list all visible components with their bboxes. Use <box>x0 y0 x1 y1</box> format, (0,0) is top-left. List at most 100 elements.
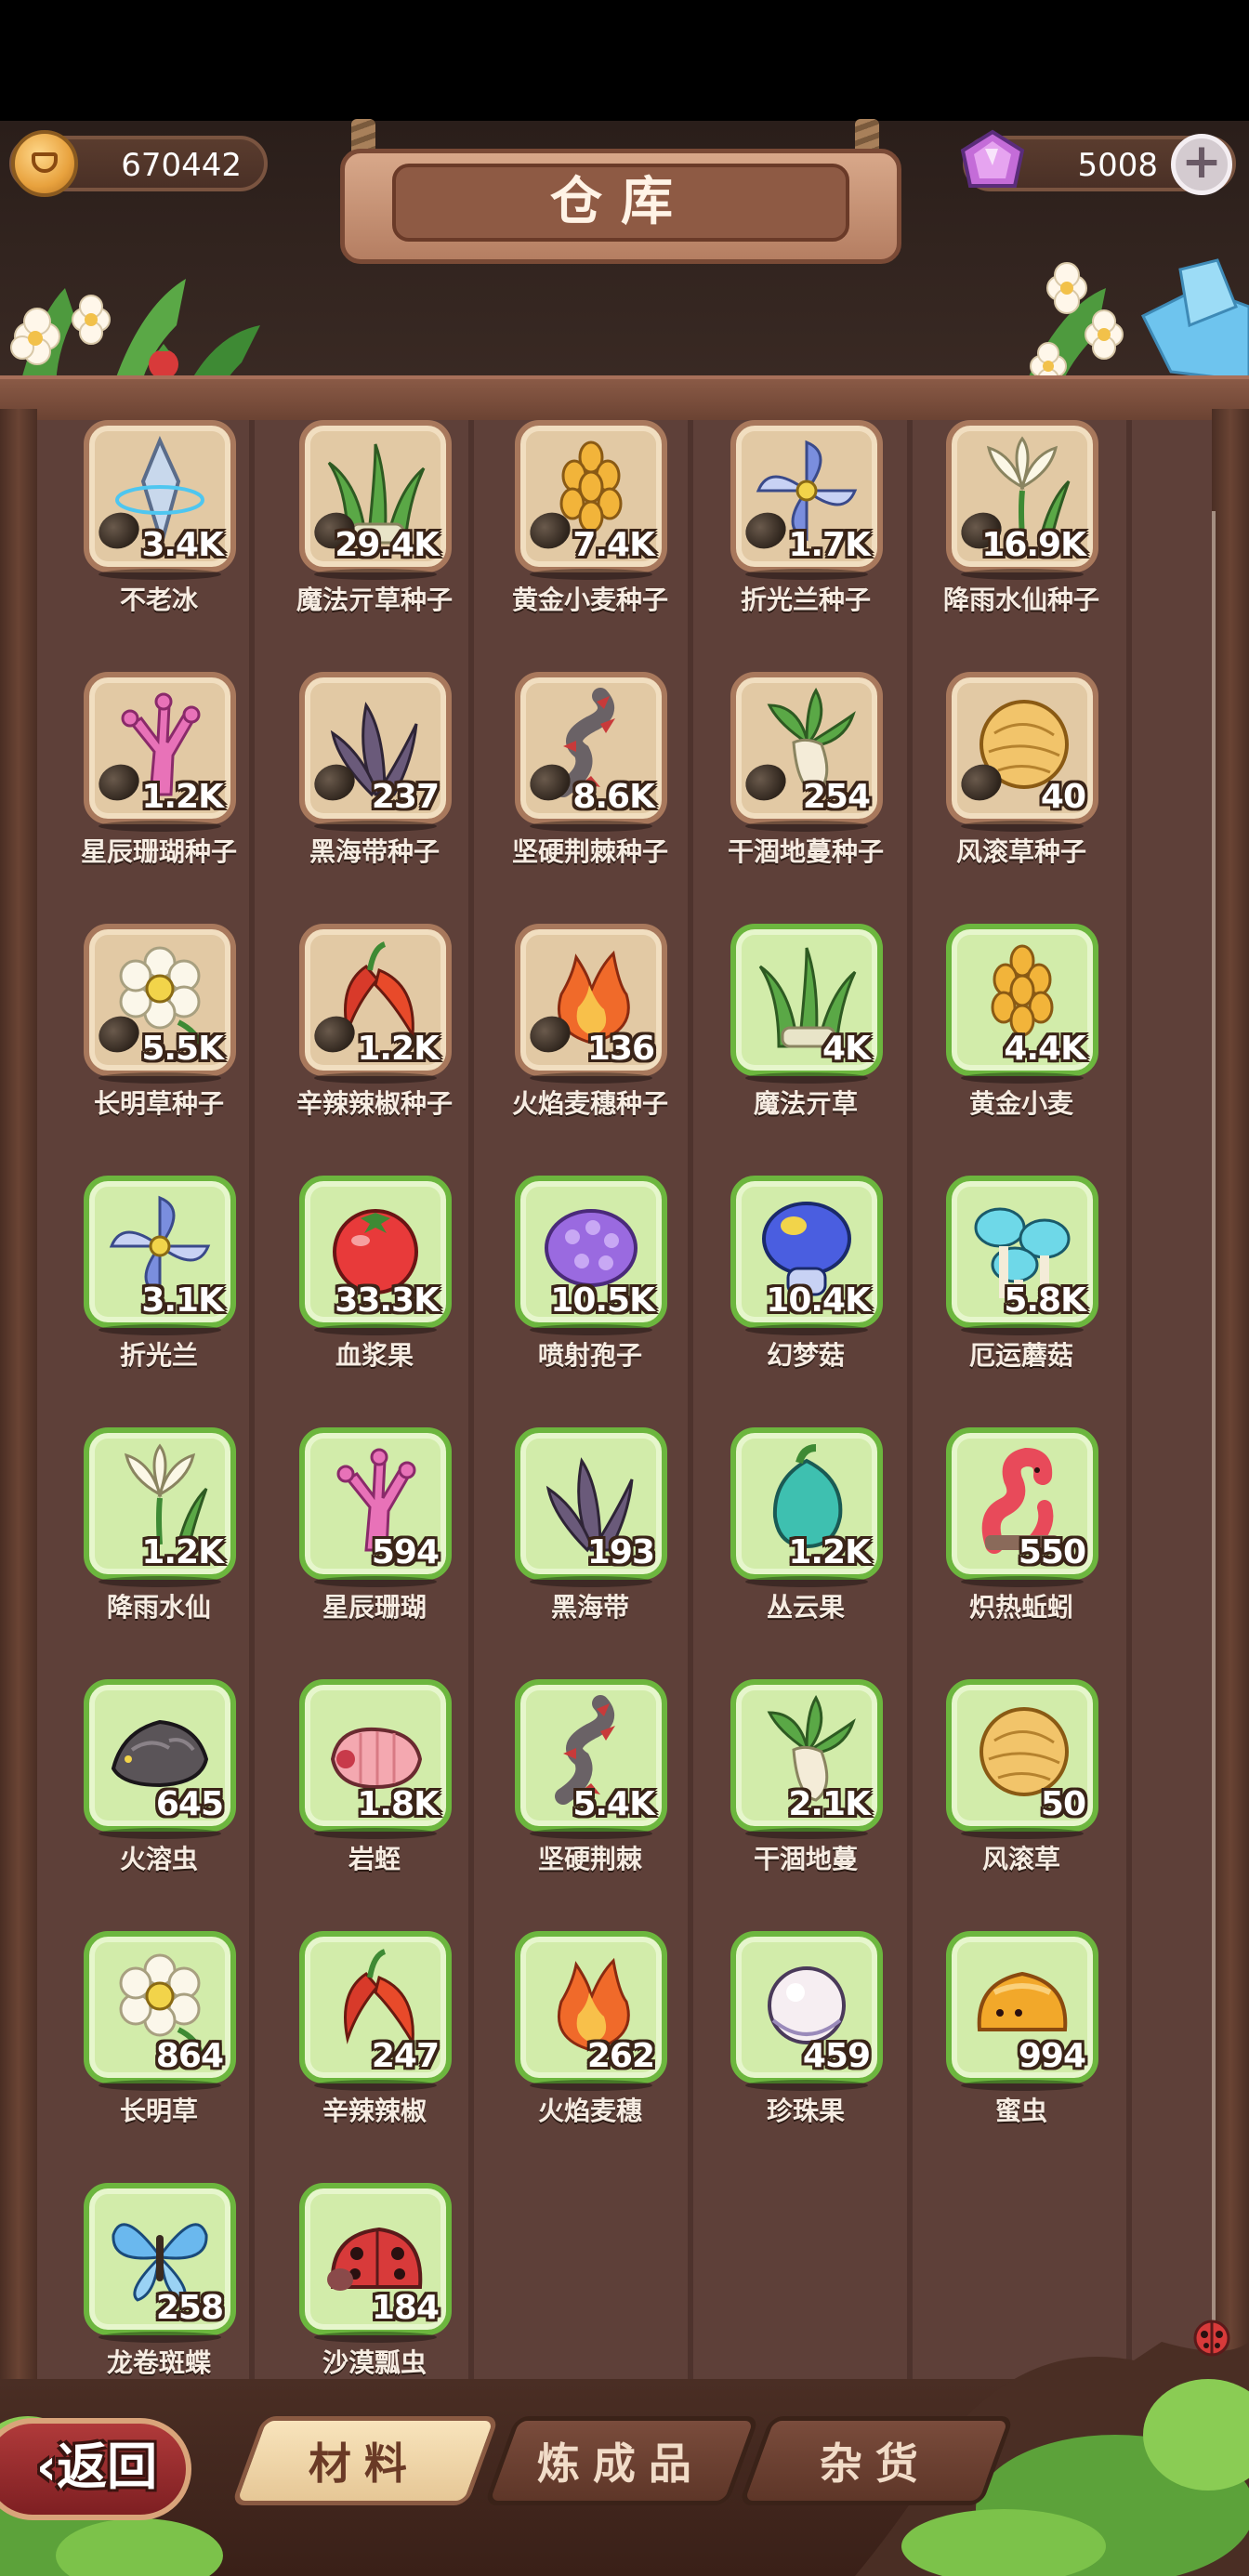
slot-shadow <box>530 821 652 832</box>
item-count: 193 <box>586 1533 655 1571</box>
inventory-item[interactable]: 16.9K 降雨水仙种子 <box>909 420 1124 652</box>
material-slot[interactable]: 1.8K <box>299 1679 452 1839</box>
inventory-item[interactable]: 8.6K 坚硬荆棘种子 <box>478 672 693 904</box>
item-name: 魔法亓草 <box>753 1088 858 1119</box>
seed-slot[interactable]: 7.4K <box>515 420 667 580</box>
inventory-item[interactable]: 193 黑海带 <box>478 1427 693 1660</box>
item-name: 降雨水仙种子 <box>942 585 1099 615</box>
inventory-item[interactable]: 10.5K 喷射孢子 <box>478 1176 693 1408</box>
inventory-item[interactable]: 262 火焰麦穗 <box>478 1931 693 2163</box>
add-gems-button[interactable]: + <box>1171 134 1232 195</box>
inventory-item[interactable]: 1.2K 丛云果 <box>693 1427 909 1660</box>
inventory-item[interactable]: 247 辛辣辣椒 <box>262 1931 478 2163</box>
inventory-item[interactable]: 1.7K 折光兰种子 <box>693 420 909 652</box>
seed-slot[interactable]: 136 <box>515 924 667 1084</box>
slot-shadow <box>99 1828 221 1839</box>
inventory-item[interactable]: 136 火焰麦穗种子 <box>478 924 693 1156</box>
material-slot[interactable]: 10.4K <box>730 1176 883 1335</box>
inventory-item[interactable]: 40 风滚草种子 <box>909 672 1124 904</box>
item-count: 1.8K <box>357 1785 440 1823</box>
item-name: 折光兰 <box>119 1340 198 1371</box>
material-slot[interactable]: 994 <box>946 1931 1098 2091</box>
ladybug-icon[interactable] <box>1190 2314 1234 2359</box>
inventory-item[interactable]: 237 黑海带种子 <box>262 672 478 904</box>
material-slot[interactable]: 184 <box>299 2183 452 2343</box>
inventory-item[interactable]: 7.4K 黄金小麦种子 <box>478 420 693 652</box>
scrollbar[interactable] <box>1212 511 1216 2323</box>
inventory-item[interactable]: 254 干涸地蔓种子 <box>693 672 909 904</box>
material-slot[interactable]: 262 <box>515 1931 667 2091</box>
seed-slot[interactable]: 237 <box>299 672 452 832</box>
slot-shadow <box>745 1324 868 1335</box>
material-slot[interactable]: 3.1K <box>84 1176 236 1335</box>
slot-shadow <box>99 1576 221 1587</box>
inventory-item[interactable]: 4K 魔法亓草 <box>693 924 909 1156</box>
material-slot[interactable]: 459 <box>730 1931 883 2091</box>
inventory-item[interactable]: 5.8K 厄运蘑菇 <box>909 1176 1124 1408</box>
inventory-item[interactable]: 594 星辰珊瑚 <box>262 1427 478 1660</box>
material-slot[interactable]: 2.1K <box>730 1679 883 1839</box>
seed-slot[interactable]: 8.6K <box>515 672 667 832</box>
seed-slot[interactable]: 40 <box>946 672 1098 832</box>
item-count: 5.4K <box>572 1785 655 1823</box>
material-slot[interactable]: 594 <box>299 1427 452 1587</box>
item-name: 黑海带种子 <box>309 836 440 867</box>
seed-slot[interactable]: 1.2K <box>299 924 452 1084</box>
material-slot[interactable]: 550 <box>946 1427 1098 1587</box>
tab-misc[interactable]: 杂货 <box>738 2416 1015 2505</box>
item-name: 星辰珊瑚 <box>322 1592 427 1623</box>
inventory-item[interactable]: 33.3K 血浆果 <box>262 1176 478 1408</box>
inventory-item[interactable]: 3.1K 折光兰 <box>46 1176 262 1408</box>
item-name: 辛辣辣椒种子 <box>296 1088 453 1119</box>
inventory-item[interactable]: 10.4K 幻梦菇 <box>693 1176 909 1408</box>
inventory-item[interactable]: 5.4K 坚硬荆棘 <box>478 1679 693 1912</box>
item-name: 珍珠果 <box>766 2096 845 2126</box>
inventory-item[interactable]: 50 风滚草 <box>909 1679 1124 1912</box>
material-slot[interactable]: 10.5K <box>515 1176 667 1335</box>
material-slot[interactable]: 5.8K <box>946 1176 1098 1335</box>
material-slot[interactable]: 1.2K <box>84 1427 236 1587</box>
slot-shadow <box>314 1324 437 1335</box>
material-slot[interactable]: 864 <box>84 1931 236 2091</box>
material-slot[interactable]: 4K <box>730 924 883 1084</box>
material-slot[interactable]: 645 <box>84 1679 236 1839</box>
inventory-item[interactable]: 1.2K 星辰珊瑚种子 <box>46 672 262 904</box>
inventory-item[interactable]: 5.5K 长明草种子 <box>46 924 262 1156</box>
item-name: 厄运蘑菇 <box>968 1340 1073 1371</box>
seed-slot[interactable]: 29.4K <box>299 420 452 580</box>
inventory-item[interactable]: 1.8K 岩蛭 <box>262 1679 478 1912</box>
seed-slot[interactable]: 3.4K <box>84 420 236 580</box>
slot-shadow <box>314 1828 437 1839</box>
material-slot[interactable]: 33.3K <box>299 1176 452 1335</box>
seed-slot[interactable]: 16.9K <box>946 420 1098 580</box>
material-slot[interactable]: 5.4K <box>515 1679 667 1839</box>
material-slot[interactable]: 247 <box>299 1931 452 2091</box>
material-slot[interactable]: 1.2K <box>730 1427 883 1587</box>
material-slot[interactable]: 258 <box>84 2183 236 2343</box>
coin-icon <box>11 130 78 197</box>
seed-slot[interactable]: 1.2K <box>84 672 236 832</box>
tab-materials[interactable]: 材料 <box>230 2416 500 2505</box>
slot-shadow <box>961 2080 1084 2091</box>
inventory-item[interactable]: 4.4K 黄金小麦 <box>909 924 1124 1156</box>
inventory-item[interactable]: 550 炽热蚯蚓 <box>909 1427 1124 1660</box>
inventory-item[interactable]: 1.2K 降雨水仙 <box>46 1427 262 1660</box>
seed-slot[interactable]: 1.7K <box>730 420 883 580</box>
inventory-item[interactable]: 29.4K 魔法亓草种子 <box>262 420 478 652</box>
slot-shadow <box>530 1828 652 1839</box>
material-slot[interactable]: 193 <box>515 1427 667 1587</box>
back-button-label[interactable]: ‹返回 <box>4 2435 190 2500</box>
tab-crafted[interactable]: 炼成品 <box>483 2416 760 2505</box>
material-slot[interactable]: 50 <box>946 1679 1098 1839</box>
inventory-item[interactable]: 459 珍珠果 <box>693 1931 909 2163</box>
item-count: 2.1K <box>788 1785 871 1823</box>
material-slot[interactable]: 4.4K <box>946 924 1098 1084</box>
inventory-item[interactable]: 645 火溶虫 <box>46 1679 262 1912</box>
inventory-item[interactable]: 1.2K 辛辣辣椒种子 <box>262 924 478 1156</box>
inventory-item[interactable]: 3.4K 不老冰 <box>46 420 262 652</box>
inventory-item[interactable]: 2.1K 干涸地蔓 <box>693 1679 909 1912</box>
inventory-item[interactable]: 864 长明草 <box>46 1931 262 2163</box>
seed-slot[interactable]: 5.5K <box>84 924 236 1084</box>
seed-slot[interactable]: 254 <box>730 672 883 832</box>
inventory-item[interactable]: 994 蜜虫 <box>909 1931 1124 2163</box>
